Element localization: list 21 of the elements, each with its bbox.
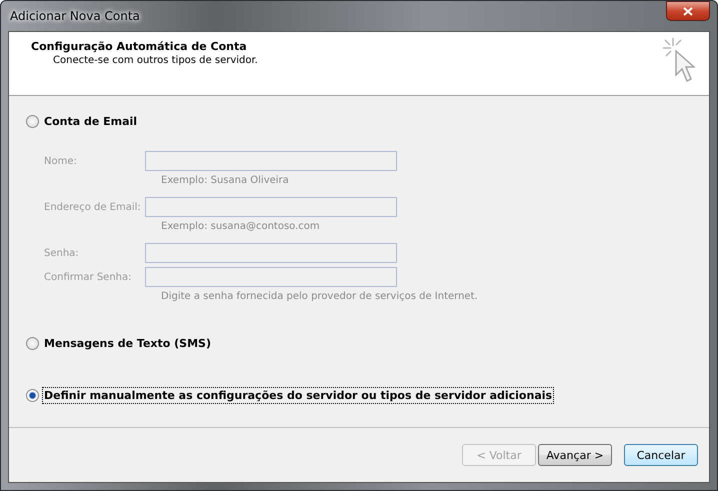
field-hint: Exemplo: susana@contoso.com bbox=[161, 221, 320, 232]
cursor-click-icon bbox=[661, 37, 695, 83]
field-label: Senha: bbox=[44, 248, 80, 258]
dialog-button[interactable]: Avançar > bbox=[538, 444, 612, 466]
close-icon bbox=[683, 6, 693, 16]
field-hint: Exemplo: Susana Oliveira bbox=[161, 175, 289, 186]
radio-button[interactable] bbox=[26, 389, 39, 402]
header-title: Configuração Automática de Conta bbox=[31, 40, 248, 53]
field-label: Nome: bbox=[44, 156, 78, 166]
radio-label[interactable]: Mensagens de Texto (SMS) bbox=[43, 336, 212, 351]
dialog-button[interactable]: Cancelar bbox=[624, 444, 698, 466]
radio-button[interactable] bbox=[26, 115, 39, 128]
field-label: Confirmar Senha: bbox=[44, 272, 133, 282]
window-title: Adicionar Nova Conta bbox=[9, 9, 140, 23]
field-hint: Digite a senha fornecida pelo provedor de serviços de Internet. bbox=[161, 291, 478, 302]
close-button[interactable] bbox=[666, 1, 710, 21]
header-subtitle: Conecte-se com outros tipos de servidor. bbox=[53, 55, 258, 66]
radio-label[interactable]: Definir manualmente as configurações do servidor ou tipos de servidor adicionais bbox=[43, 388, 554, 403]
radio-label[interactable]: Conta de Email bbox=[43, 114, 138, 129]
radio-button[interactable] bbox=[26, 337, 39, 350]
field-label: Endereço de Email: bbox=[44, 202, 142, 212]
